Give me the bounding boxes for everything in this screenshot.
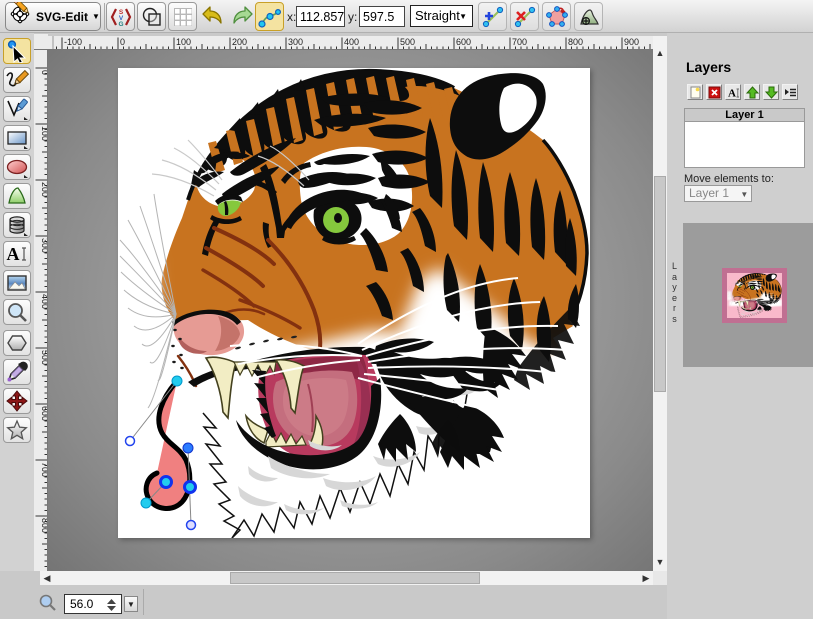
svg-text:700: 700 [512, 37, 527, 47]
svg-text:500: 500 [40, 350, 48, 365]
svg-text:600: 600 [40, 406, 48, 421]
svg-text:0: 0 [40, 70, 48, 75]
svg-text:200: 200 [40, 182, 48, 197]
svg-text:200: 200 [232, 37, 247, 47]
svg-text:G: G [118, 21, 123, 28]
svg-text:600: 600 [456, 37, 471, 47]
svg-text:0: 0 [120, 37, 125, 47]
svg-text:400: 400 [40, 294, 48, 309]
svg-text:800: 800 [40, 518, 48, 533]
svg-text:300: 300 [40, 238, 48, 253]
svg-text:900: 900 [624, 37, 639, 47]
svg-text:500: 500 [400, 37, 415, 47]
svg-text:300: 300 [288, 37, 303, 47]
svg-text:400: 400 [344, 37, 359, 47]
svg-text:700: 700 [40, 462, 48, 477]
svg-text:100: 100 [40, 126, 48, 141]
svg-text:A: A [7, 244, 20, 264]
svg-text:100: 100 [176, 37, 191, 47]
svg-text:-100: -100 [64, 37, 82, 47]
svg-text:800: 800 [568, 37, 583, 47]
svg-text:A: A [728, 87, 736, 99]
